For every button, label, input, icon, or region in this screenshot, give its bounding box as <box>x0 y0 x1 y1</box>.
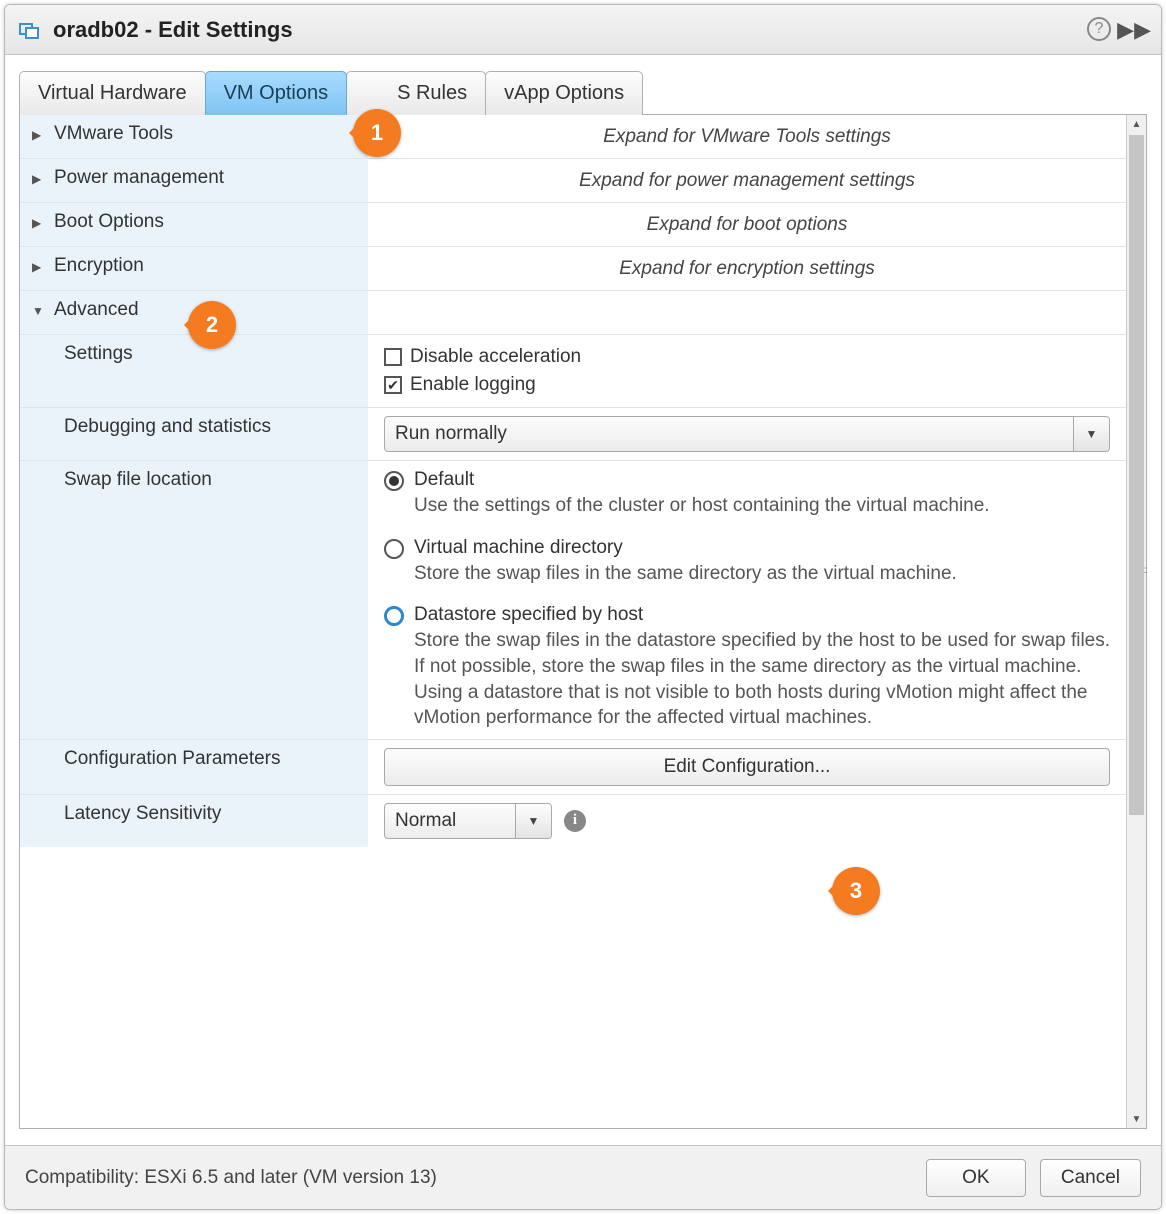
label-encryption: Encryption <box>54 255 144 277</box>
row-boot-options[interactable]: ▶ Boot Options Expand for boot options <box>20 203 1126 247</box>
chevron-down-icon: ▼ <box>515 804 551 838</box>
caret-down-icon: ▼ <box>32 304 48 318</box>
label-power-mgmt: Power management <box>54 167 224 189</box>
radio-title-default: Default <box>414 469 990 491</box>
row-power-mgmt[interactable]: ▶ Power management Expand for power manag… <box>20 159 1126 203</box>
scroll-up-icon[interactable]: ▲ <box>1127 115 1146 133</box>
tabs: Virtual Hardware VM Options S Rules vApp… <box>19 71 1147 115</box>
radio-desc-vmdir: Store the swap files in the same directo… <box>414 561 957 587</box>
dialog-body: 1 Virtual Hardware VM Options S Rules vA… <box>5 55 1161 1145</box>
cancel-button[interactable]: Cancel <box>1040 1159 1141 1197</box>
radio-title-vmdir: Virtual machine directory <box>414 537 957 559</box>
hint-boot-options: Expand for boot options <box>368 203 1126 246</box>
row-advanced[interactable]: ▼ Advanced <box>20 291 1126 335</box>
label-advanced: Advanced <box>54 299 139 321</box>
expand-icon[interactable]: ▶▶ <box>1117 17 1151 43</box>
label-config-params: Configuration Parameters <box>64 748 281 770</box>
tab-vm-options[interactable]: VM Options <box>205 71 347 115</box>
row-settings: Settings Disable acceleration ✔ Enable l… <box>20 335 1126 408</box>
row-swap-location: Swap file location Default Use the setti… <box>20 461 1126 740</box>
vm-icon <box>19 20 39 40</box>
radio-swap-default[interactable] <box>384 471 404 491</box>
radio-desc-host: Store the swap files in the datastore sp… <box>414 628 1110 731</box>
tab-virtual-hardware[interactable]: Virtual Hardware <box>19 71 206 115</box>
select-debugging[interactable]: Run normally ▼ <box>384 416 1110 452</box>
row-debugging: Debugging and statistics Run normally ▼ <box>20 408 1126 461</box>
label-vmware-tools: VMware Tools <box>54 123 173 145</box>
radio-swap-host[interactable] <box>384 606 404 626</box>
edit-configuration-button[interactable]: Edit Configuration... <box>384 748 1110 786</box>
content-area: 2 3 ▶VMware Tools Expand for VMware Tool… <box>19 115 1147 1129</box>
resize-grip-icon[interactable]: :: <box>1143 565 1147 576</box>
label-latency: Latency Sensitivity <box>64 803 221 825</box>
vertical-scrollbar[interactable]: ▲ :: ▼ <box>1126 115 1146 1128</box>
caret-right-icon: ▶ <box>32 260 48 274</box>
label-swap: Swap file location <box>64 469 212 491</box>
scrollbar-thumb[interactable] <box>1129 135 1144 815</box>
radio-title-host: Datastore specified by host <box>414 604 1110 626</box>
info-icon[interactable]: i <box>564 810 586 832</box>
select-latency[interactable]: Normal ▼ <box>384 803 552 839</box>
select-debugging-value: Run normally <box>385 417 1073 451</box>
label-debugging: Debugging and statistics <box>64 416 271 438</box>
hint-power-mgmt: Expand for power management settings <box>368 159 1126 202</box>
caret-right-icon: ▶ <box>32 172 48 186</box>
row-config-params: Configuration Parameters Edit Configurat… <box>20 740 1126 795</box>
edit-settings-dialog: oradb02 - Edit Settings ? ▶▶ 1 Virtual H… <box>4 4 1162 1210</box>
caret-right-icon: ▶ <box>32 216 48 230</box>
scroll-down-icon[interactable]: ▼ <box>1127 1110 1146 1128</box>
tab-sdrs-rules[interactable]: S Rules <box>346 71 486 115</box>
content-scroll: 2 3 ▶VMware Tools Expand for VMware Tool… <box>20 115 1126 1128</box>
ok-button[interactable]: OK <box>926 1159 1026 1197</box>
select-latency-value: Normal <box>385 804 515 838</box>
hint-vmware-tools: Expand for VMware Tools settings <box>368 115 1126 158</box>
compatibility-text: Compatibility: ESXi 6.5 and later (VM ve… <box>25 1167 912 1189</box>
checkbox-disable-acceleration[interactable] <box>384 348 402 366</box>
row-vmware-tools[interactable]: ▶ VMware Tools Expand for VMware Tools se… <box>20 115 1126 159</box>
chevron-down-icon: ▼ <box>1073 417 1109 451</box>
dialog-title: oradb02 - Edit Settings <box>53 17 293 43</box>
radio-desc-default: Use the settings of the cluster or host … <box>414 493 990 519</box>
caret-right-icon: ▶ <box>32 128 48 142</box>
radio-group-swap: Default Use the settings of the cluster … <box>384 469 1110 731</box>
dialog-footer: Compatibility: ESXi 6.5 and later (VM ve… <box>5 1145 1161 1209</box>
titlebar: oradb02 - Edit Settings ? ▶▶ <box>5 5 1161 55</box>
radio-swap-vmdir[interactable] <box>384 539 404 559</box>
label-settings: Settings <box>64 343 133 365</box>
row-encryption[interactable]: ▶ Encryption Expand for encryption settin… <box>20 247 1126 291</box>
callout-3: 3 <box>832 867 880 915</box>
label-disable-acceleration: Disable acceleration <box>410 346 581 368</box>
tab-vapp-options[interactable]: vApp Options <box>485 71 643 115</box>
help-icon[interactable]: ? <box>1087 17 1111 41</box>
checkbox-enable-logging[interactable]: ✔ <box>384 376 402 394</box>
label-boot-options: Boot Options <box>54 211 164 233</box>
row-latency: Latency Sensitivity Normal ▼ i <box>20 795 1126 847</box>
hint-encryption: Expand for encryption settings <box>368 247 1126 290</box>
label-enable-logging: Enable logging <box>410 374 536 396</box>
